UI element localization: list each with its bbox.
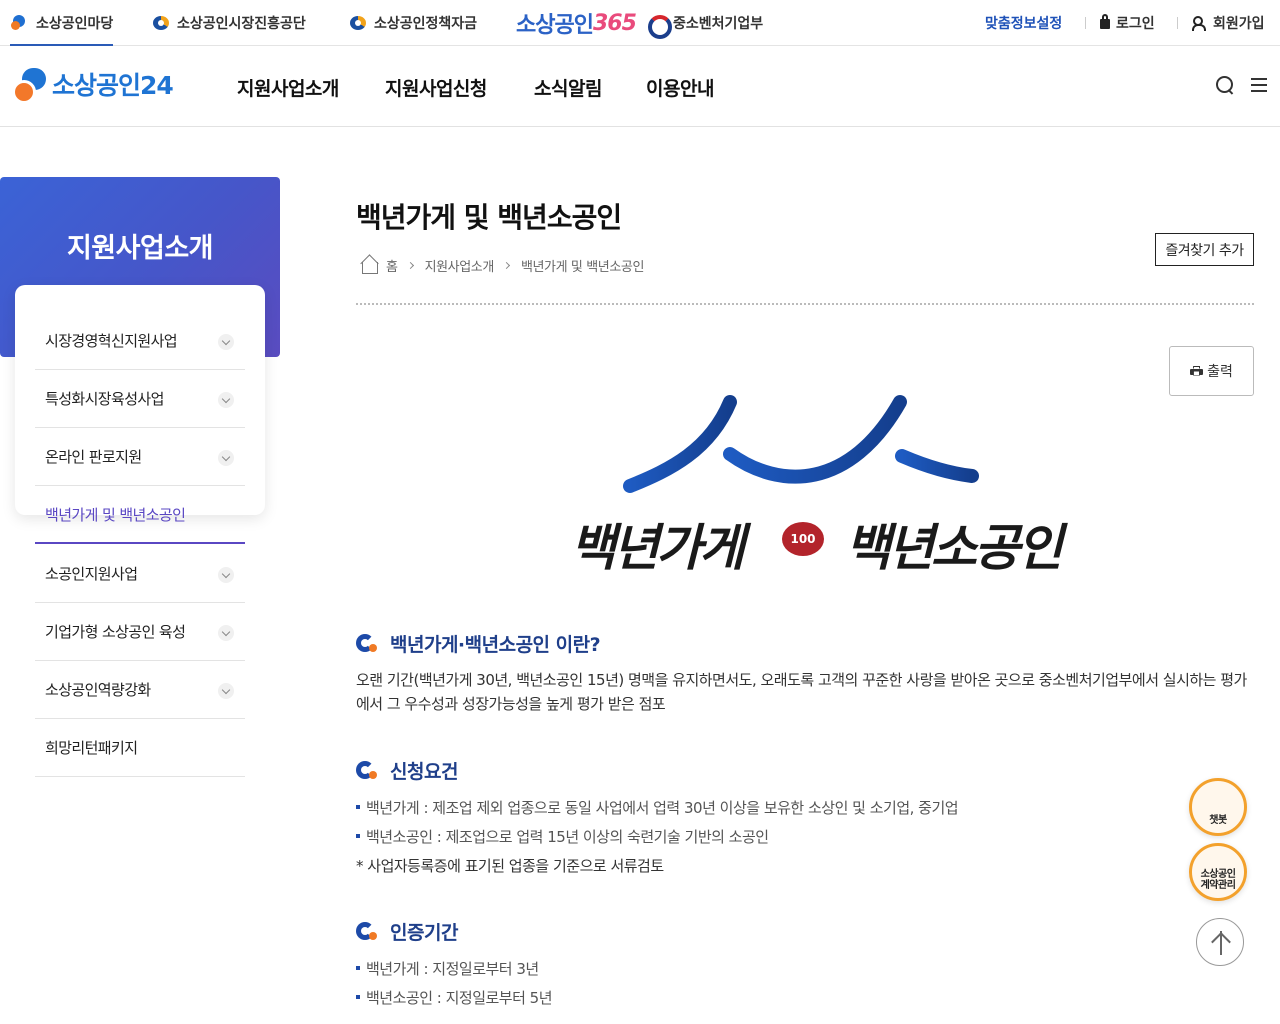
section-heading-period: 인증기간	[356, 918, 458, 944]
chevron-right-icon	[406, 261, 414, 269]
site-link-label: 소상공인마당	[36, 16, 114, 32]
site-365-number: 365	[592, 10, 637, 36]
scroll-to-top-button[interactable]	[1196, 918, 1244, 966]
site-link-label: 중소벤처기업부	[673, 16, 764, 32]
section-bullet-icon	[356, 760, 378, 780]
search-icon[interactable]	[1216, 76, 1234, 94]
contract-label-line2: 계약관리	[1200, 880, 1236, 891]
logo-text: 소상공인24	[52, 71, 174, 100]
home-icon	[360, 256, 380, 274]
sidebar-item-small-manufacturer[interactable]: 소공인지원사업	[35, 545, 245, 603]
nav-news[interactable]: 소식알림	[534, 74, 602, 100]
section-heading-text: 백년가게·백년소공인 이란?	[390, 633, 601, 656]
chatbot-button[interactable]: 챗봇	[1189, 778, 1247, 836]
sidebar-item-market-innovation[interactable]: 시장경영혁신지원사업	[35, 312, 245, 370]
site-link-sosang-365[interactable]: 소상공인 365	[516, 0, 637, 46]
period-item: 백년가게 : 지정일로부터 3년	[356, 957, 539, 979]
section-bullet-icon	[356, 633, 378, 653]
breadcrumb-section[interactable]: 지원사업소개	[425, 256, 495, 275]
sidebar-item-label: 온라인 판로지원	[45, 448, 142, 466]
site-logo[interactable]: 소상공인24	[12, 66, 174, 104]
print-button[interactable]: 출력	[1169, 346, 1254, 396]
sidebar-item-hope-return[interactable]: 희망리턴패키지	[35, 719, 245, 777]
definition-paragraph: 오랜 기간(백년가게 30년, 백년소공인 15년) 명맥을 유지하면서도, 오…	[356, 671, 1247, 713]
top-utility-bar: 소상공인마당 소상공인시장진흥공단 소상공인정책자금 소상공인 365 중소벤처기…	[0, 0, 1280, 47]
print-button-label: 출력	[1207, 364, 1233, 380]
chevron-down-icon	[218, 567, 234, 583]
site-link-mss[interactable]: 중소벤처기업부	[647, 0, 763, 46]
title-divider	[356, 303, 1254, 305]
chevron-down-icon	[218, 392, 234, 408]
sidebar-title: 지원사업소개	[66, 233, 214, 264]
nav-support-apply[interactable]: 지원사업신청	[385, 74, 487, 100]
section-bullet-icon	[356, 921, 378, 941]
site-link-label: 소상공인시장진흥공단	[177, 16, 306, 32]
hero-text-right: 백년소공인	[845, 518, 1063, 577]
custom-info-link[interactable]: 맞춤정보설정	[985, 0, 1062, 46]
sosang24-logo-icon	[12, 66, 50, 104]
requirement-item: 백년소공인 : 제조업으로 업력 15년 이상의 숙련기술 기반의 소공인	[356, 825, 769, 847]
breadcrumb-home[interactable]: 홈	[386, 256, 398, 275]
breadcrumb-current: 백년가게 및 백년소공인	[520, 259, 645, 275]
site-link-label: 소상공인정책자금	[374, 16, 478, 32]
sidebar-item-specialized-market[interactable]: 특성화시장육성사업	[35, 370, 245, 428]
util-divider	[1177, 17, 1178, 29]
sidebar-item-label: 소상공인역량강화	[45, 681, 151, 699]
nav-guide[interactable]: 이용안내	[646, 74, 714, 100]
util-divider	[1085, 17, 1086, 29]
hero-text-left: 백년가게	[570, 518, 745, 577]
section-heading-requirements: 신청요건	[356, 757, 458, 783]
sidebar-item-label: 기업가형 소상공인 육성	[45, 623, 186, 641]
sidebar-item-capacity[interactable]: 소상공인역량강화	[35, 661, 245, 719]
main-header: 소상공인24 지원사업소개 지원사업신청 소식알림 이용안내	[0, 46, 1280, 127]
semas-logo-icon	[151, 13, 171, 33]
signup-label: 회원가입	[1213, 16, 1265, 32]
site-link-semas[interactable]: 소상공인시장진흥공단	[151, 0, 306, 46]
printer-icon	[1190, 366, 1204, 377]
logo-arc-graphic	[623, 395, 979, 493]
period-item: 백년소공인 : 지정일로부터 5년	[356, 986, 553, 1008]
breadcrumb: 홈 지원사업소개 백년가게 및 백년소공인	[360, 256, 645, 275]
add-favorite-button[interactable]: 즐겨찾기 추가	[1155, 233, 1254, 266]
chevron-down-icon	[218, 625, 234, 641]
hamburger-menu-icon[interactable]	[1251, 78, 1267, 92]
signup-link[interactable]: 회원가입	[1192, 0, 1265, 46]
sidebar-item-label: 소공인지원사업	[45, 565, 138, 583]
requirement-item: 백년가게 : 제조업 제외 업종으로 동일 사업에서 업력 30년 이상을 보유…	[356, 796, 959, 818]
login-label: 로그인	[1116, 16, 1155, 32]
hundred-badge-icon: 100	[782, 522, 824, 556]
sidebar-item-online-sales[interactable]: 온라인 판로지원	[35, 428, 245, 486]
site-link-sosang-madang[interactable]: 소상공인마당	[10, 0, 114, 47]
contract-label-line1: 소상공인	[1200, 869, 1236, 880]
sidebar-item-hundred-year[interactable]: 백년가게 및 백년소공인	[35, 486, 245, 544]
hundred-year-logo: 백년가게 100 백년소공인	[560, 390, 1063, 590]
site-link-policy-fund[interactable]: 소상공인정책자금	[348, 0, 477, 46]
sidebar-item-entrepreneur[interactable]: 기업가형 소상공인 육성	[35, 603, 245, 661]
contract-label: 소상공인 계약관리	[1201, 869, 1236, 891]
page-title: 백년가게 및 백년소공인	[356, 201, 622, 234]
chevron-down-icon	[218, 450, 234, 466]
chatbot-label: 챗봇	[1209, 815, 1227, 826]
user-add-icon	[1192, 16, 1208, 31]
contract-management-button[interactable]: 소상공인 계약관리	[1189, 843, 1247, 901]
sidebar-item-label: 희망리턴패키지	[45, 739, 138, 757]
login-link[interactable]: 로그인	[1100, 0, 1155, 46]
lock-icon	[1100, 14, 1110, 29]
section-heading-definition: 백년가게·백년소공인 이란?	[356, 630, 601, 656]
chevron-down-icon	[218, 334, 234, 350]
government-emblem-icon	[647, 13, 672, 39]
nav-support-intro[interactable]: 지원사업소개	[237, 74, 339, 100]
p-logo-icon	[10, 13, 30, 33]
requirement-note: * 사업자등록증에 표기된 업종을 기준으로 서류검토	[356, 856, 664, 875]
semas-logo-icon	[348, 13, 368, 33]
section-heading-text: 인증기간	[390, 921, 458, 944]
sidebar-item-label: 시장경영혁신지원사업	[45, 332, 178, 350]
site-365-prefix: 소상공인	[516, 13, 594, 38]
sidebar-item-label: 백년가게 및 백년소공인	[45, 505, 186, 524]
chevron-down-icon	[218, 683, 234, 699]
sidebar-item-label: 특성화시장육성사업	[45, 390, 164, 408]
chevron-right-icon	[502, 261, 510, 269]
section-heading-text: 신청요건	[390, 760, 458, 783]
